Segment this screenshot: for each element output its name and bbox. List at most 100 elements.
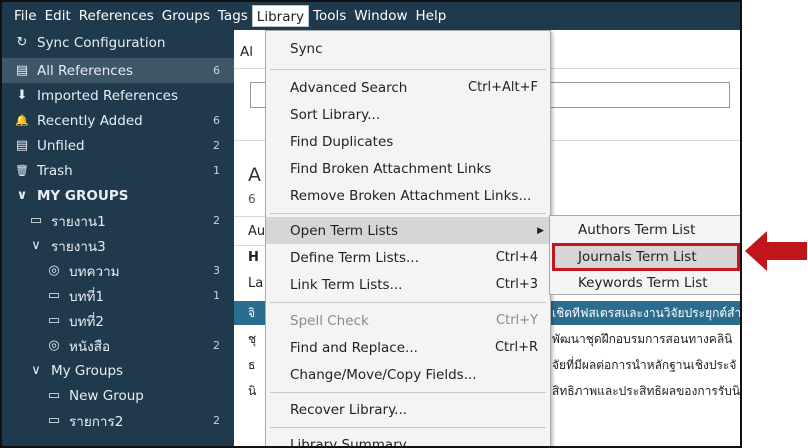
bell-icon: 🔔 (15, 114, 29, 127)
sidebar-item-recently-added[interactable]: 🔔 Recently Added 6 (2, 108, 234, 133)
menu-item-label: Find and Replace... (290, 339, 418, 356)
menu-item-find-and-replace[interactable]: Find and Replace... Ctrl+R (266, 334, 550, 361)
sidebar-group-set[interactable]: ∨ My Groups (2, 358, 234, 383)
sidebar-item-label: รายงาน1 (51, 213, 106, 230)
menu-item-label: Advanced Search (290, 79, 408, 96)
menu-item-sort-library[interactable]: Sort Library... (266, 101, 550, 128)
menu-shortcut: Ctrl+Alt+F (468, 80, 538, 95)
title-cell: จัยที่มีผลต่อการนำหลักฐานเชิงประจั (552, 358, 737, 372)
sidebar: ↻ Sync Configuration ▤ All References 6 … (2, 30, 234, 446)
item-count: 6 (213, 114, 220, 127)
sidebar-item-label: หนังสือ (69, 338, 111, 355)
sidebar-item-smart-group[interactable]: ◎ หนังสือ 2 (2, 333, 234, 358)
menu-edit[interactable]: Edit (41, 5, 75, 27)
reference-count-fragment: 6 (248, 192, 256, 206)
submenu-item-journals-term-list[interactable]: Journals Term List (552, 243, 740, 271)
tab-fragment: H (248, 250, 259, 265)
menu-item-change-move-copy-fields[interactable]: Change/Move/Copy Fields... (266, 361, 550, 388)
submenu-item-keywords-term-list[interactable]: Keywords Term List (550, 271, 740, 295)
sidebar-item-label: บทความ (69, 263, 120, 280)
menu-item-link-term-lists[interactable]: Link Term Lists... Ctrl+3 (266, 271, 550, 298)
submenu-item-authors-term-list[interactable]: Authors Term List (550, 218, 740, 242)
sidebar-header-my-groups[interactable]: ∨ MY GROUPS (2, 183, 234, 208)
chevron-down-icon[interactable]: ∨ (28, 238, 44, 254)
menu-item-label: Sync (290, 40, 323, 57)
menu-separator (270, 213, 546, 214)
sidebar-item-label: รายการ2 (69, 413, 124, 430)
menu-item-library-summary[interactable]: Library Summary (266, 431, 550, 447)
title-cell: ชุ (248, 332, 257, 346)
item-count: 1 (213, 289, 220, 302)
smart-group-icon: ◎ (48, 263, 60, 278)
sidebar-item-unfiled[interactable]: ▤ Unfiled 2 (2, 133, 234, 158)
submenu-item-label: Authors Term List (578, 222, 696, 238)
menu-file[interactable]: File (10, 5, 41, 27)
menu-item-sync[interactable]: Sync (266, 35, 550, 62)
menu-item-label: Find Duplicates (290, 133, 394, 150)
sidebar-group-set[interactable]: ∨ รายงาน3 (2, 233, 234, 258)
menu-window[interactable]: Window (350, 5, 411, 27)
sidebar-item-label: Sync Configuration (37, 34, 166, 51)
menu-item-advanced-search[interactable]: Advanced Search Ctrl+Alt+F (266, 74, 550, 101)
sidebar-item-label: Recently Added (37, 112, 143, 129)
app-window: File Edit References Groups Tags Library… (0, 0, 742, 448)
menu-references[interactable]: References (75, 5, 158, 27)
menu-item-find-broken-links[interactable]: Find Broken Attachment Links (266, 155, 550, 182)
sidebar-item-label: My Groups (51, 362, 124, 379)
submenu-item-label: Journals Term List (578, 249, 697, 265)
title-cell: เชิดทีฟสเตรสและงานวิจัยประยุกต์สำ (552, 306, 742, 320)
menu-groups[interactable]: Groups (158, 5, 214, 27)
menu-shortcut: Ctrl+4 (495, 250, 538, 265)
title-cell: ธ (248, 358, 256, 372)
menu-item-label: Open Term Lists (290, 222, 398, 239)
sidebar-item-group[interactable]: ▭ บทที่2 (2, 308, 234, 333)
sidebar-item-trash[interactable]: 🗑 Trash 1 (2, 158, 234, 183)
menu-item-remove-broken-links[interactable]: Remove Broken Attachment Links... (266, 182, 550, 209)
callout-arrow-icon (745, 231, 807, 275)
menu-item-label: Spell Check (290, 312, 369, 329)
menu-separator (270, 69, 546, 70)
menu-item-label: Remove Broken Attachment Links... (290, 187, 532, 204)
tab-fragment: La (248, 276, 264, 291)
menu-item-label: Define Term Lists... (290, 249, 419, 266)
menu-tools[interactable]: Tools (309, 5, 350, 27)
title-cell: นิ (248, 384, 257, 398)
chevron-down-icon[interactable]: ∨ (28, 363, 44, 379)
column-header-author[interactable]: Au (248, 224, 265, 239)
sidebar-item-group[interactable]: ▭ รายงาน1 2 (2, 208, 234, 233)
menu-item-define-term-lists[interactable]: Define Term Lists... Ctrl+4 (266, 244, 550, 271)
menu-item-recover-library[interactable]: Recover Library... (266, 396, 550, 423)
menu-help[interactable]: Help (412, 5, 451, 27)
sidebar-item-group[interactable]: ▭ บทที่1 1 (2, 283, 234, 308)
group-icon: ▭ (47, 413, 61, 428)
trash-icon: 🗑 (15, 164, 29, 177)
item-count: 3 (213, 264, 220, 277)
sidebar-item-group[interactable]: ▭ รายการ2 2 (2, 408, 234, 433)
sidebar-item-sync-configuration[interactable]: ↻ Sync Configuration (2, 30, 234, 55)
smart-group-icon: ◎ (48, 338, 60, 353)
item-count: 2 (213, 339, 220, 352)
sidebar-item-group[interactable]: ▭ New Group (2, 383, 234, 408)
chevron-down-icon[interactable]: ∨ (14, 188, 30, 204)
sidebar-item-all-references[interactable]: ▤ All References 6 (2, 58, 234, 83)
menu-item-label: Recover Library... (290, 401, 408, 418)
sidebar-item-imported-references[interactable]: ⬇ Imported References (2, 83, 234, 108)
menu-item-open-term-lists[interactable]: Open Term Lists ▶ (266, 217, 550, 244)
menu-item-label: Link Term Lists... (290, 276, 403, 293)
menu-tags[interactable]: Tags (214, 5, 252, 27)
menu-separator (270, 302, 546, 303)
unfiled-icon: ▤ (15, 138, 29, 153)
group-icon: ▭ (29, 213, 43, 228)
references-icon: ▤ (15, 63, 29, 78)
menu-shortcut: Ctrl+Y (496, 313, 538, 328)
item-count: 1 (213, 164, 220, 177)
chevron-right-icon: ▶ (537, 225, 544, 236)
library-title-fragment: Al (240, 44, 253, 60)
menu-item-spell-check[interactable]: Spell Check Ctrl+Y (266, 307, 550, 334)
menu-bar: File Edit References Groups Tags Library… (2, 2, 740, 30)
sidebar-item-smart-group[interactable]: ◎ บทความ 3 (2, 258, 234, 283)
menu-item-find-duplicates[interactable]: Find Duplicates (266, 128, 550, 155)
term-lists-submenu: Authors Term List Journals Term List Key… (549, 215, 740, 295)
menu-item-label: Find Broken Attachment Links (290, 160, 492, 177)
menu-library[interactable]: Library (251, 5, 310, 27)
